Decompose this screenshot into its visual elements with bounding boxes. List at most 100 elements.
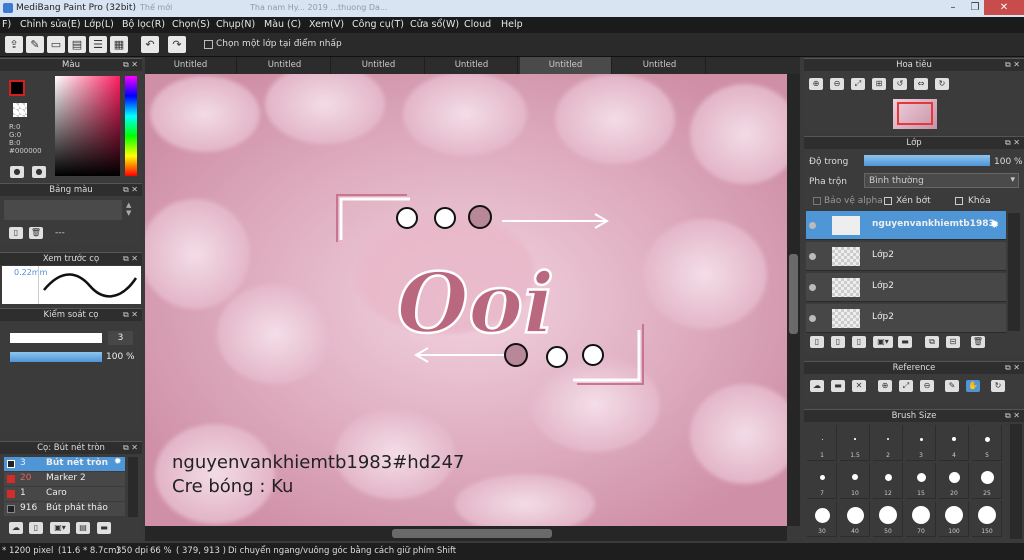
menu-color[interactable]: Màu (C) xyxy=(264,19,301,30)
brush-size-option[interactable]: 12 xyxy=(873,463,903,499)
panel-float-close-icon[interactable]: ⧉ ✕ xyxy=(123,59,138,71)
rotate-right-icon[interactable]: ↻ xyxy=(935,78,949,90)
layer-row[interactable]: Lớp2 xyxy=(806,242,1006,271)
cloud-open-icon[interactable]: ☁ xyxy=(810,380,824,392)
panel-float-close-icon[interactable]: ⧉ ✕ xyxy=(123,309,138,321)
layer-folder-icon[interactable]: ▬ xyxy=(898,336,912,348)
horizontal-scroll-thumb[interactable] xyxy=(392,529,552,538)
navigator-viewport[interactable] xyxy=(897,102,933,125)
color-tool-1-icon[interactable]: ● xyxy=(10,166,24,178)
cloud-brush-icon[interactable]: ☁ xyxy=(9,522,23,534)
undo-icon[interactable]: ↶ xyxy=(141,36,159,53)
select-layer-checkbox[interactable] xyxy=(204,40,213,49)
comment-icon[interactable]: ✎ xyxy=(26,36,44,53)
visibility-eye-icon[interactable] xyxy=(809,222,816,229)
grid-icon[interactable]: ▦ xyxy=(110,36,128,53)
canvas-vertical-scrollbar[interactable] xyxy=(787,74,800,526)
visibility-eye-icon[interactable] xyxy=(809,253,816,260)
layer-row[interactable]: Lớp2 xyxy=(806,304,1006,333)
brush-size-option[interactable]: 100 xyxy=(939,501,969,537)
tab-untitled[interactable]: Untitled xyxy=(239,57,331,74)
eyedropper-icon[interactable]: ✎ xyxy=(945,380,959,392)
menu-window[interactable]: Cửa sổ(W) xyxy=(410,19,459,30)
menu-help[interactable]: Help xyxy=(501,19,523,30)
brush-size-option[interactable]: 150 xyxy=(972,501,1002,537)
settings-gear-icon[interactable]: ✹ xyxy=(114,457,122,467)
close-reference-icon[interactable]: ✕ xyxy=(852,380,866,392)
saturation-value-picker[interactable] xyxy=(55,76,120,176)
brush-item[interactable]: 1 Caro xyxy=(4,487,125,501)
protect-alpha-checkbox[interactable] xyxy=(813,197,821,205)
brush-opacity-slider[interactable] xyxy=(10,352,102,362)
redo-icon[interactable]: ↷ xyxy=(168,36,186,53)
menu-edit[interactable]: Chỉnh sửa(E) xyxy=(20,19,81,30)
menu-layer[interactable]: Lớp(L) xyxy=(84,19,114,30)
fit-icon[interactable]: ⤢ xyxy=(851,78,865,90)
brush-item[interactable]: 3 Bút nét tròn ✹ xyxy=(4,457,125,471)
brush-size-option[interactable]: 70 xyxy=(906,501,936,537)
drawing-canvas[interactable]: Ooi nguyenvankhiemtb1983#hd247 Cre bóng … xyxy=(145,74,787,526)
menu-tools[interactable]: Công cụ(T) xyxy=(352,19,404,30)
new-1bit-layer-icon[interactable]: ▯ xyxy=(852,336,866,348)
panel-float-close-icon[interactable]: ⧉ ✕ xyxy=(123,184,138,196)
panel-float-close-icon[interactable]: ⧉ ✕ xyxy=(1005,362,1020,374)
layer-row[interactable]: Lớp2 xyxy=(806,273,1006,302)
share-icon[interactable]: ⇪ xyxy=(5,36,23,53)
menu-cloud[interactable]: Cloud xyxy=(464,19,491,30)
brush-item[interactable]: 20 Marker 2 xyxy=(4,472,125,486)
visibility-eye-icon[interactable] xyxy=(809,315,816,322)
zoom-out-icon[interactable]: ⊖ xyxy=(830,78,844,90)
layer-row[interactable]: nguyenvankhiemtb1983 ✹ xyxy=(806,211,1006,240)
hue-slider[interactable] xyxy=(125,76,137,176)
brush-size-option[interactable]: 30 xyxy=(807,501,837,537)
layer-list-scrollbar[interactable] xyxy=(1008,213,1020,331)
actual-size-icon[interactable]: ⊞ xyxy=(872,78,886,90)
new-layer-icon[interactable]: ▯ xyxy=(810,336,824,348)
layer-opacity-slider[interactable] xyxy=(864,155,990,166)
tab-untitled-active[interactable]: Untitled xyxy=(520,57,612,74)
menu-filter[interactable]: Bộ lọc(R) xyxy=(122,19,165,30)
brush-size-option[interactable]: 20 xyxy=(939,463,969,499)
brush-size-slider[interactable] xyxy=(10,333,102,343)
palette-scroll-icon[interactable]: ▲ ▼ xyxy=(126,201,131,217)
new-palette-icon[interactable]: ▯ xyxy=(9,227,23,239)
close-icon[interactable]: ✕ xyxy=(984,0,1024,15)
clip-checkbox[interactable] xyxy=(884,197,892,205)
panel-float-close-icon[interactable]: ⧉ ✕ xyxy=(123,442,138,454)
panel-float-close-icon[interactable]: ⧉ ✕ xyxy=(1005,137,1020,149)
menu-file[interactable]: F) xyxy=(2,19,11,30)
brush-size-option[interactable]: 50 xyxy=(873,501,903,537)
menu-select[interactable]: Chọn(S) xyxy=(172,19,210,30)
panel-float-close-icon[interactable]: ⧉ ✕ xyxy=(1005,410,1020,422)
zoom-in-icon[interactable]: ⊕ xyxy=(809,78,823,90)
duplicate-layer-icon[interactable]: ⧉ xyxy=(925,336,939,348)
canvas-horizontal-scrollbar[interactable] xyxy=(145,526,787,541)
add-layer-dropdown-icon[interactable]: ▣▾ xyxy=(873,336,893,348)
brush-size-option[interactable]: 15 xyxy=(906,463,936,499)
zoom-out-icon[interactable]: ⊖ xyxy=(920,380,934,392)
fit-icon[interactable]: ⤢ xyxy=(899,380,913,392)
delete-palette-icon[interactable]: 🗑 xyxy=(29,227,43,239)
new-brush-icon[interactable]: ▯ xyxy=(29,522,43,534)
foreground-color-swatch[interactable] xyxy=(9,80,25,96)
panel-float-close-icon[interactable]: ⧉ ✕ xyxy=(1005,59,1020,71)
tab-untitled[interactable]: Untitled xyxy=(614,57,706,74)
blend-mode-select[interactable]: Bình thường ▾ xyxy=(864,173,1019,188)
brush-size-option[interactable]: 2 xyxy=(873,425,903,461)
menu-capture[interactable]: Chụp(N) xyxy=(216,19,255,30)
panel-float-close-icon[interactable]: ⧉ ✕ xyxy=(123,253,138,265)
add-brush-dropdown-icon[interactable]: ▣▾ xyxy=(50,522,70,534)
delete-layer-icon[interactable]: 🗑 xyxy=(971,336,985,348)
palette-area[interactable] xyxy=(4,200,122,220)
new-halftone-layer-icon[interactable]: ▯ xyxy=(831,336,845,348)
navigator-thumbnail[interactable] xyxy=(893,99,937,129)
vertical-scroll-thumb[interactable] xyxy=(789,254,798,334)
brush-size-value[interactable]: 3 xyxy=(108,331,133,345)
brush-size-option[interactable]: 1.5 xyxy=(840,425,870,461)
tab-untitled[interactable]: Untitled xyxy=(145,57,237,74)
background-color-swatch[interactable] xyxy=(13,103,27,117)
brush-folder-icon[interactable]: ▬ xyxy=(97,522,111,534)
brush-size-option[interactable]: 3 xyxy=(906,425,936,461)
rotate-icon[interactable]: ↻ xyxy=(991,380,1005,392)
menu-view[interactable]: Xem(V) xyxy=(309,19,344,30)
